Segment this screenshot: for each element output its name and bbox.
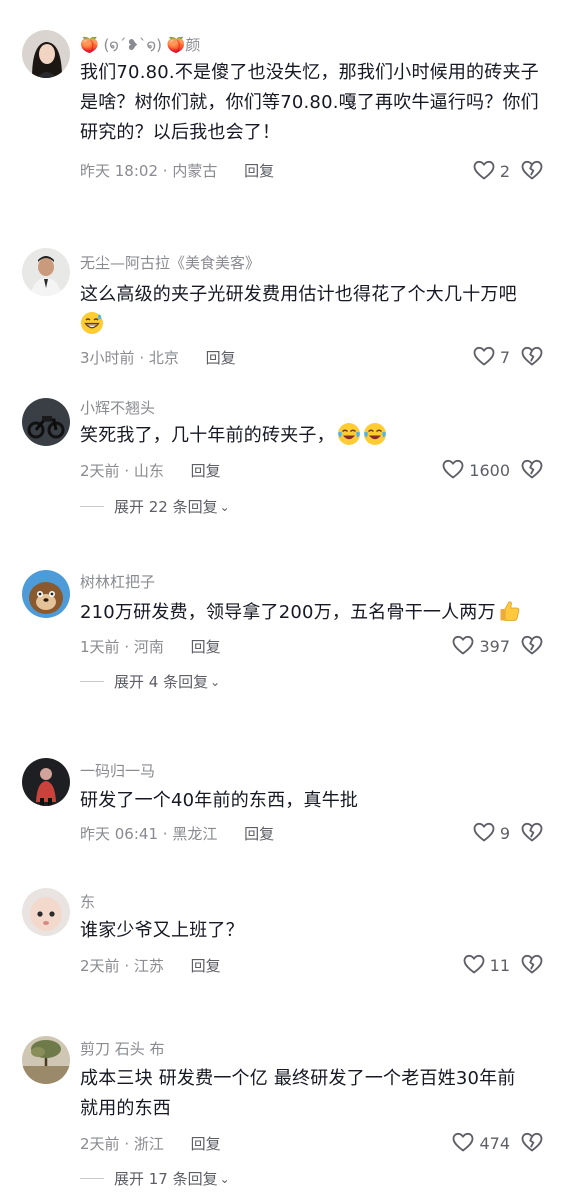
comment-time: 3小时前 — [80, 349, 135, 367]
dislike-button[interactable] — [520, 158, 546, 182]
chevron-down-icon: ⌄ — [219, 500, 230, 514]
broken-heart-icon — [520, 820, 544, 844]
like-count: 397 — [479, 637, 510, 656]
reply-button[interactable]: 回复 — [191, 638, 221, 656]
broken-heart-icon — [520, 158, 544, 182]
expand-divider — [80, 506, 104, 507]
broken-heart-icon — [520, 633, 544, 657]
like-button[interactable]: 1600 — [410, 457, 510, 481]
heart-icon — [472, 820, 496, 844]
like-count: 7 — [499, 348, 510, 367]
comment-username[interactable]: 剪刀 石头 布 — [80, 1038, 165, 1059]
comment-location: 内蒙古 — [172, 162, 218, 180]
like-count: 2 — [499, 162, 510, 181]
comment-time: 2天前 — [80, 462, 120, 480]
comment-username[interactable]: 一码归一马 — [80, 760, 155, 781]
expand-replies-button[interactable]: 展开 22 条回复 ⌄ — [80, 496, 230, 517]
avatar[interactable] — [22, 1036, 70, 1084]
comment-time: 2天前 — [80, 1135, 120, 1153]
comment-text: 成本三块 研发费一个亿 最终研发了一个老百姓30年前就用的东西 — [80, 1068, 516, 1119]
comment-meta: 2天前 · 浙江 回复 — [80, 1135, 221, 1153]
comment-location: 江苏 — [133, 957, 164, 975]
comment-time: 昨天 06:41 — [80, 825, 158, 843]
reply-button[interactable]: 回复 — [191, 462, 221, 480]
broken-heart-icon — [520, 344, 544, 368]
avatar[interactable] — [22, 570, 70, 618]
comment-location: 山东 — [133, 462, 164, 480]
expand-replies-button[interactable]: 展开 17 条回复 ⌄ — [80, 1168, 230, 1189]
chevron-down-icon: ⌄ — [210, 675, 221, 689]
avatar[interactable] — [22, 758, 70, 806]
heart-icon — [472, 158, 496, 182]
like-button[interactable]: 11 — [440, 952, 510, 976]
heart-icon — [472, 344, 496, 368]
dislike-button[interactable] — [520, 820, 546, 844]
like-button[interactable]: 397 — [420, 633, 510, 657]
comment-location: 黑龙江 — [172, 825, 218, 843]
comment-username[interactable]: 树林杠把子 — [80, 571, 155, 592]
dislike-button[interactable] — [520, 457, 546, 481]
like-count: 11 — [489, 956, 510, 975]
comment-location: 浙江 — [133, 1135, 164, 1153]
avatar[interactable] — [22, 30, 70, 78]
comment-meta: 昨天 18:02 · 内蒙古 回复 — [80, 162, 275, 180]
expand-divider — [80, 1178, 104, 1179]
comment-text: 210万研发费，领导拿了200万，五名骨干一人两万 — [80, 598, 546, 628]
reply-button[interactable]: 回复 — [191, 1135, 221, 1153]
avatar[interactable] — [22, 888, 70, 936]
reply-button[interactable]: 回复 — [206, 349, 236, 367]
comment-text: 笑死我了，几十年前的砖夹子， — [80, 421, 546, 451]
avatar[interactable] — [22, 248, 70, 296]
comment-meta: 2天前 · 山东 回复 — [80, 462, 221, 480]
comment-text: 谁家少爷又上班了？ — [80, 920, 244, 941]
comment-text: 这么高级的夹子光研发费用估计也得花了个大几十万吧 — [80, 280, 546, 340]
heart-icon — [462, 952, 486, 976]
dislike-button[interactable] — [520, 952, 546, 976]
broken-heart-icon — [520, 952, 544, 976]
reply-button[interactable]: 回复 — [244, 825, 274, 843]
reply-button[interactable]: 回复 — [244, 162, 274, 180]
expand-replies-button[interactable]: 展开 4 条回复 ⌄ — [80, 671, 220, 692]
thumbs-up-emoji — [498, 599, 522, 623]
like-button[interactable]: 9 — [440, 820, 510, 844]
like-count: 474 — [479, 1134, 510, 1153]
comment-meta: 昨天 06:41 · 黑龙江 回复 — [80, 825, 275, 843]
reply-button[interactable]: 回复 — [191, 957, 221, 975]
like-button[interactable]: 2 — [440, 158, 510, 182]
comment-username[interactable]: 小辉不翘头 — [80, 397, 155, 418]
comment-meta: 2天前 · 江苏 回复 — [80, 957, 221, 975]
comment-time: 1天前 — [80, 638, 120, 656]
comment-time: 昨天 18:02 — [80, 162, 158, 180]
dislike-button[interactable] — [520, 344, 546, 368]
grinning-sweat-emoji — [80, 311, 104, 335]
expand-divider — [80, 681, 104, 682]
broken-heart-icon — [520, 1130, 544, 1154]
heart-icon — [451, 633, 475, 657]
comment-username[interactable]: 无尘—阿古拉《美食美客》 — [80, 252, 260, 273]
comment-username[interactable]: 东 — [80, 891, 95, 912]
comment-text: 我们70.80.不是傻了也没失忆，那我们小时候用的砖夹子是啥？树你们就，你们等7… — [80, 62, 539, 143]
chevron-down-icon: ⌄ — [219, 1172, 230, 1186]
heart-icon — [441, 457, 465, 481]
like-button[interactable]: 474 — [420, 1130, 510, 1154]
comment-text: 研发了一个40年前的东西，真牛批 — [80, 790, 359, 811]
comment-location: 河南 — [133, 638, 164, 656]
crying-laughing-emoji — [363, 422, 387, 446]
comment-time: 2天前 — [80, 957, 120, 975]
dislike-button[interactable] — [520, 633, 546, 657]
comment-meta: 3小时前 · 北京 回复 — [80, 349, 236, 367]
crying-laughing-emoji — [337, 422, 361, 446]
like-count: 1600 — [469, 461, 510, 480]
avatar[interactable] — [22, 398, 70, 446]
comment-location: 北京 — [148, 349, 179, 367]
broken-heart-icon — [520, 457, 544, 481]
comment-username[interactable]: 🍑 (໑´❥`໑) 🍑颜 — [80, 34, 200, 55]
like-count: 9 — [499, 824, 510, 843]
comment-meta: 1天前 · 河南 回复 — [80, 638, 221, 656]
dislike-button[interactable] — [520, 1130, 546, 1154]
heart-icon — [451, 1130, 475, 1154]
like-button[interactable]: 7 — [440, 344, 510, 368]
